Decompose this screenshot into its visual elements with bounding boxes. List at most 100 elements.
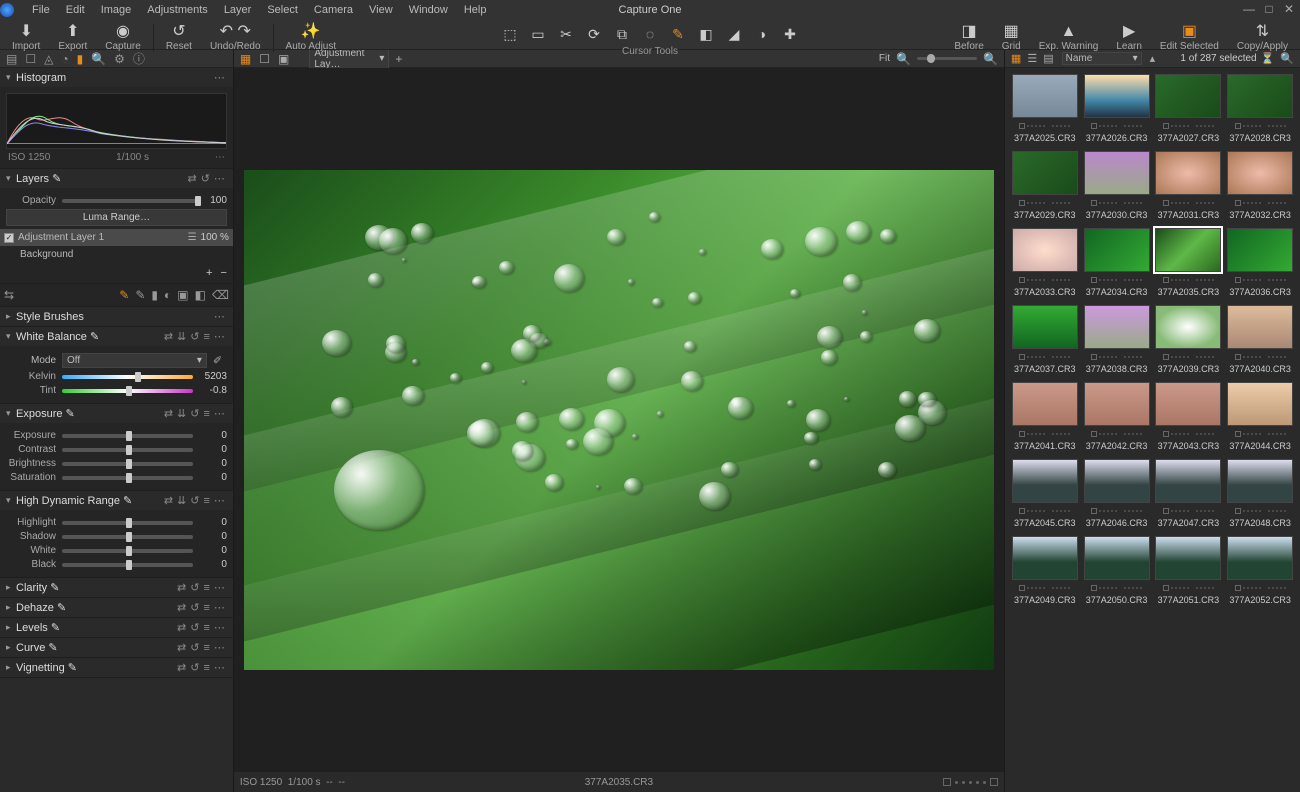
copy-icon[interactable]: ⇄ bbox=[177, 661, 186, 674]
reset-icon[interactable]: ↺ bbox=[190, 641, 199, 654]
thumbnail[interactable]: 377A2037.CR3 bbox=[1011, 305, 1079, 374]
slider-value[interactable]: 0 bbox=[199, 458, 227, 469]
grid-button[interactable]: ▦Grid bbox=[998, 24, 1025, 52]
rating-row[interactable] bbox=[1019, 505, 1070, 517]
exposure-warning-button[interactable]: ▲Exp. Warning bbox=[1035, 24, 1103, 52]
copy-icon[interactable]: ⇄ bbox=[177, 601, 186, 614]
erase-mask-icon[interactable]: ✎ bbox=[135, 288, 145, 302]
thumbnail-image[interactable] bbox=[1227, 382, 1293, 426]
adjust-tab-icon[interactable]: ⚙ bbox=[114, 52, 125, 66]
clarity-header[interactable]: ▸Clarity ✎⇄↺≡⋯ bbox=[0, 578, 233, 597]
copy-icon[interactable]: ⇄ bbox=[177, 621, 186, 634]
rating-row[interactable] bbox=[1163, 582, 1214, 594]
black-slider[interactable] bbox=[62, 563, 193, 567]
copy-icon[interactable]: ⇄ bbox=[177, 581, 186, 594]
add-layer-viewer-icon[interactable]: + bbox=[393, 52, 404, 66]
zoom-slider[interactable] bbox=[917, 57, 977, 60]
more-icon[interactable]: ⋯ bbox=[214, 494, 225, 507]
add-layer-icon[interactable]: + bbox=[206, 267, 212, 279]
wb-picker-icon[interactable]: ✐ bbox=[213, 354, 227, 367]
more-icon[interactable]: ⋯ bbox=[214, 661, 225, 674]
slider-value[interactable]: 0 bbox=[199, 559, 227, 570]
opacity-value[interactable]: 100 bbox=[207, 195, 227, 206]
gradient-tool-icon[interactable]: ◢ bbox=[724, 24, 744, 44]
rating-row[interactable] bbox=[1235, 274, 1286, 286]
luma-range-button[interactable]: Luma Range… bbox=[6, 209, 227, 226]
white-balance-header[interactable]: ▾White Balance ✎ ⇄ ⇊ ↺ ≡ ⋯ bbox=[0, 327, 233, 346]
rating-row[interactable] bbox=[1235, 351, 1286, 363]
thumbnail-image[interactable] bbox=[1084, 536, 1150, 580]
thumbnail[interactable]: 377A2031.CR3 bbox=[1154, 151, 1222, 220]
thumbnail[interactable]: 377A2040.CR3 bbox=[1226, 305, 1294, 374]
linear-mask-icon[interactable]: ▮ bbox=[151, 288, 158, 302]
rating-row[interactable] bbox=[1091, 351, 1142, 363]
library-tab-icon[interactable]: ▤ bbox=[6, 52, 17, 66]
thumbnail-image[interactable] bbox=[1012, 536, 1078, 580]
viewer-area[interactable] bbox=[234, 68, 1004, 772]
thumbnail[interactable]: 377A2029.CR3 bbox=[1011, 151, 1079, 220]
white-slider[interactable] bbox=[62, 549, 193, 553]
menu-window[interactable]: Window bbox=[401, 2, 456, 18]
sort-dir-icon[interactable]: ▴ bbox=[1148, 52, 1158, 65]
thumbnail-image[interactable] bbox=[1227, 305, 1293, 349]
crop-tool-icon[interactable]: ✂ bbox=[556, 24, 576, 44]
slider-value[interactable]: 0 bbox=[199, 517, 227, 528]
reset-icon[interactable]: ↺ bbox=[190, 661, 199, 674]
wb-copy-icon[interactable]: ⇄ bbox=[164, 330, 173, 343]
menu-view[interactable]: View bbox=[361, 2, 401, 18]
histogram-header[interactable]: ▾Histogram⋯ bbox=[0, 68, 233, 87]
wb-preset-icon[interactable]: ≡ bbox=[203, 331, 209, 343]
more-icon[interactable]: ⋯ bbox=[214, 581, 225, 594]
thumbnail[interactable]: 377A2052.CR3 bbox=[1226, 536, 1294, 605]
more-icon[interactable]: ⋯ bbox=[214, 71, 225, 84]
brightness-slider[interactable] bbox=[62, 462, 193, 466]
rating-row[interactable] bbox=[1235, 428, 1286, 440]
rating-row[interactable] bbox=[1235, 120, 1286, 132]
rating-row[interactable] bbox=[1091, 505, 1142, 517]
layer-row[interactable]: Background bbox=[0, 246, 233, 263]
histo-more-icon[interactable]: ⋯ bbox=[215, 152, 225, 163]
metadata-tab-icon[interactable]: ⓘ bbox=[133, 50, 145, 67]
remove-layer-icon[interactable]: − bbox=[220, 267, 226, 279]
preset-icon[interactable]: ≡ bbox=[203, 582, 209, 594]
slider-value[interactable]: 0 bbox=[199, 472, 227, 483]
thumbnail[interactable]: 377A2039.CR3 bbox=[1154, 305, 1222, 374]
thumbnail-image[interactable] bbox=[1084, 151, 1150, 195]
thumbnail-image[interactable] bbox=[1012, 382, 1078, 426]
exp-preset-icon[interactable]: ≡ bbox=[203, 408, 209, 420]
copy-apply-button[interactable]: ⇅Copy/Apply bbox=[1233, 24, 1292, 52]
thumbnail[interactable]: 377A2035.CR3 bbox=[1154, 228, 1222, 297]
eraser-tool-icon[interactable]: ◧ bbox=[696, 24, 716, 44]
copy-icon[interactable]: ⇄ bbox=[177, 641, 186, 654]
view-proof-icon[interactable]: ▣ bbox=[276, 52, 291, 66]
pan-tool-icon[interactable]: ⬚ bbox=[500, 24, 520, 44]
exposure-header[interactable]: ▾Exposure ✎ ⇄ ⇊ ↺ ≡ ⋯ bbox=[0, 404, 233, 423]
thumbnail-image[interactable] bbox=[1084, 382, 1150, 426]
layers-header[interactable]: ▾Layers ✎ ⇄ ↺ ⋯ bbox=[0, 169, 233, 188]
thumbnail[interactable]: 377A2049.CR3 bbox=[1011, 536, 1079, 605]
rating-row[interactable] bbox=[1163, 505, 1214, 517]
rating-row[interactable] bbox=[1019, 582, 1070, 594]
sort-select[interactable]: Name▾ bbox=[1062, 52, 1142, 65]
rating-row[interactable] bbox=[1019, 274, 1070, 286]
thumbnail[interactable]: 377A2034.CR3 bbox=[1083, 228, 1151, 297]
hdr-apply-icon[interactable]: ⇊ bbox=[177, 494, 186, 507]
close-button[interactable]: ✕ bbox=[1282, 2, 1296, 16]
rating-row[interactable] bbox=[1091, 120, 1142, 132]
rating-row[interactable] bbox=[1019, 197, 1070, 209]
auto-adjust-button[interactable]: ✨Auto Adjust bbox=[282, 24, 341, 52]
preset-icon[interactable]: ≡ bbox=[203, 642, 209, 654]
browser-filmstrip-icon[interactable]: ▤ bbox=[1041, 52, 1055, 65]
thumbnail-image[interactable] bbox=[1012, 228, 1078, 272]
rating-row[interactable] bbox=[1019, 428, 1070, 440]
thumbnail-image[interactable] bbox=[1012, 151, 1078, 195]
select-tool-icon[interactable]: ▭ bbox=[528, 24, 548, 44]
hdr-copy-icon[interactable]: ⇄ bbox=[164, 494, 173, 507]
before-button[interactable]: ◨Before bbox=[950, 24, 987, 52]
rating-row[interactable] bbox=[1163, 428, 1214, 440]
thumbnail[interactable]: 377A2033.CR3 bbox=[1011, 228, 1079, 297]
style-brushes-header[interactable]: ▸Style Brushes⋯ bbox=[0, 307, 233, 326]
thumbnail[interactable]: 377A2027.CR3 bbox=[1154, 74, 1222, 143]
rating-row[interactable] bbox=[1091, 428, 1142, 440]
thumbnail-image[interactable] bbox=[1155, 151, 1221, 195]
